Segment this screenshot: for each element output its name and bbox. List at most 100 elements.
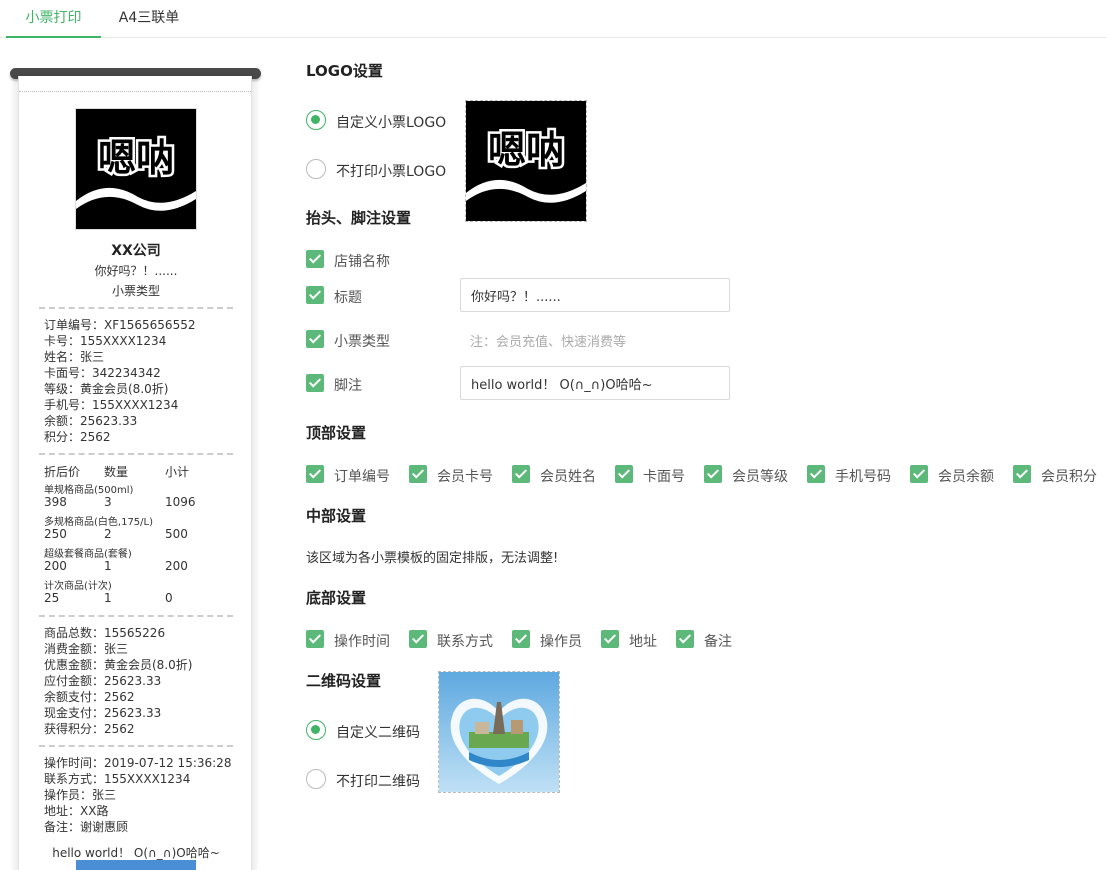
logo-custom-label[interactable]: 自定义小票LOGO bbox=[336, 112, 446, 132]
receipt-item-total: 0 bbox=[165, 591, 173, 605]
middle-settings-note: 该区域为各小票模板的固定排版，无法调整! bbox=[306, 551, 559, 566]
top-option-label: 订单编号 bbox=[334, 469, 390, 485]
qr-custom-radio[interactable] bbox=[306, 720, 326, 740]
qr-upload-area[interactable] bbox=[438, 671, 560, 793]
receipt-footer-text: hello world！ O(∩_∩)O哈哈~ bbox=[52, 846, 220, 860]
receipt-item-qty: 1 bbox=[104, 591, 112, 605]
logo-preview-image: 嗯呐 bbox=[466, 101, 586, 221]
receipt-type: 小票类型 bbox=[111, 284, 160, 298]
bottom-option-checkbox[interactable] bbox=[676, 630, 694, 648]
receipt-line: 卡面号：342234342 bbox=[44, 366, 161, 380]
top-option-label: 会员卡号 bbox=[437, 469, 493, 485]
title-checkbox[interactable] bbox=[306, 286, 324, 304]
top-option-label: 卡面号 bbox=[643, 469, 685, 485]
receipt-logo-image: 嗯呐 bbox=[75, 108, 197, 230]
receipt-type-placeholder[interactable]: 注：会员充值、快速消费等 bbox=[470, 331, 626, 350]
receipt-col-header: 数量 bbox=[104, 465, 129, 479]
qr-none-label[interactable]: 不打印二维码 bbox=[336, 771, 420, 791]
receipt-item-qty: 2 bbox=[104, 527, 112, 541]
qr-custom-label[interactable]: 自定义二维码 bbox=[336, 722, 420, 742]
receipt-line: 联系方式：155XXXX1234 bbox=[44, 772, 191, 786]
store-name-checkbox[interactable] bbox=[306, 250, 324, 268]
receipt-item-name: 单规格商品(500ml) bbox=[44, 485, 134, 496]
logo-none-radio[interactable] bbox=[306, 159, 326, 179]
receipt-type-checkbox[interactable] bbox=[306, 330, 324, 348]
store-name-label: 店铺名称 bbox=[334, 254, 390, 270]
qr-none-radio[interactable] bbox=[306, 769, 326, 789]
top-option-checkbox[interactable] bbox=[615, 465, 633, 483]
receipt-divider bbox=[39, 615, 233, 617]
receipt-item-price: 25 bbox=[44, 591, 60, 605]
receipt-qr-image bbox=[76, 860, 196, 870]
footer-input[interactable] bbox=[460, 366, 730, 400]
top-option-label: 会员等级 bbox=[732, 469, 788, 485]
logo-none-label[interactable]: 不打印小票LOGO bbox=[336, 161, 446, 181]
middle-settings-heading: 中部设置 bbox=[306, 507, 367, 525]
receipt-line: 卡号：155XXXX1234 bbox=[44, 334, 167, 348]
receipt-line: 优惠金额：黄金会员(8.0折) bbox=[44, 658, 193, 672]
receipt-line: 订单编号：XF1565656552 bbox=[44, 318, 196, 332]
top-option-label: 会员姓名 bbox=[540, 469, 596, 485]
receipt-line: 等级：黄金会员(8.0折) bbox=[44, 382, 169, 396]
bottom-option-checkbox[interactable] bbox=[601, 630, 619, 648]
receipt-item-total: 200 bbox=[165, 559, 188, 573]
receipt-line: 应付金额：25623.33 bbox=[44, 674, 162, 688]
top-option-checkbox[interactable] bbox=[704, 465, 722, 483]
tab-a4-triplicate[interactable]: A4三联单 bbox=[103, 0, 195, 38]
receipt-line: 消费金额：张三 bbox=[44, 642, 129, 656]
bottom-option-label: 操作时间 bbox=[334, 634, 390, 650]
top-settings-heading: 顶部设置 bbox=[306, 424, 367, 442]
tab-receipt-print[interactable]: 小票打印 bbox=[6, 0, 101, 38]
receipt-item-qty: 3 bbox=[104, 495, 112, 509]
receipt-line: 操作时间：2019-07-12 15:36:28 bbox=[44, 756, 232, 770]
logo-custom-radio[interactable] bbox=[306, 110, 326, 130]
bottom-option-label: 备注 bbox=[704, 634, 732, 650]
logo-settings-heading: LOGO设置 bbox=[306, 62, 383, 80]
receipt-line: 操作员：张三 bbox=[44, 788, 117, 802]
receipt-divider bbox=[39, 453, 233, 455]
receipt-line: 获得积分：2562 bbox=[44, 722, 135, 736]
receipt-item-price: 200 bbox=[44, 559, 67, 573]
receipt-col-header: 折后价 bbox=[44, 465, 81, 479]
receipt-item-qty: 1 bbox=[104, 559, 112, 573]
top-option-checkbox[interactable] bbox=[512, 465, 530, 483]
receipt-line: 余额：25623.33 bbox=[44, 414, 138, 428]
receipt-preview: 嗯呐 XX公司 你好吗？！...... 小票类型 订单编号：XF15656565… bbox=[18, 76, 252, 870]
bottom-settings-heading: 底部设置 bbox=[306, 589, 367, 607]
footer-label: 脚注 bbox=[334, 378, 362, 394]
top-option-checkbox[interactable] bbox=[306, 465, 324, 483]
top-option-checkbox[interactable] bbox=[1013, 465, 1031, 483]
bottom-option-label: 操作员 bbox=[540, 634, 582, 650]
qr-preview-image bbox=[439, 672, 559, 792]
receipt-col-header: 小计 bbox=[165, 465, 190, 479]
receipt-line: 手机号：155XXXX1234 bbox=[44, 398, 179, 412]
footer-checkbox[interactable] bbox=[306, 374, 324, 392]
receipt-line: 余额支付：2562 bbox=[44, 690, 135, 704]
receipt-line: 地址：XX路 bbox=[44, 804, 109, 818]
top-option-checkbox[interactable] bbox=[910, 465, 928, 483]
receipt-line: 商品总数：15565226 bbox=[44, 626, 166, 640]
bottom-option-checkbox[interactable] bbox=[512, 630, 530, 648]
receipt-item-price: 398 bbox=[44, 495, 67, 509]
top-option-checkbox[interactable] bbox=[409, 465, 427, 483]
receipt-item-total: 1096 bbox=[165, 495, 196, 509]
receipt-line: 积分：2562 bbox=[44, 430, 111, 444]
bottom-option-label: 地址 bbox=[629, 634, 657, 650]
logo-upload-area[interactable]: 嗯呐 bbox=[465, 100, 587, 222]
bottom-option-checkbox[interactable] bbox=[409, 630, 427, 648]
receipt-line: 姓名：张三 bbox=[44, 350, 105, 364]
top-option-label: 手机号码 bbox=[835, 469, 891, 485]
bottom-option-checkbox[interactable] bbox=[306, 630, 324, 648]
receipt-item-name: 计次商品(计次) bbox=[44, 581, 112, 592]
receipt-logo-text: 嗯呐 bbox=[98, 136, 174, 180]
top-option-checkbox[interactable] bbox=[807, 465, 825, 483]
receipt-item-name: 多规格商品(白色,175/L) bbox=[44, 517, 154, 528]
title-input[interactable] bbox=[460, 278, 730, 312]
receipt-item-name: 超级套餐商品(套餐) bbox=[44, 549, 132, 560]
receipt-divider bbox=[39, 307, 233, 309]
bottom-option-label: 联系方式 bbox=[437, 634, 493, 650]
receipt-tear-line bbox=[19, 91, 251, 92]
tab-bar: 小票打印 A4三联单 bbox=[0, 0, 1107, 38]
receipt-item-price: 250 bbox=[44, 527, 67, 541]
receipt-title: 你好吗？！...... bbox=[94, 264, 178, 278]
